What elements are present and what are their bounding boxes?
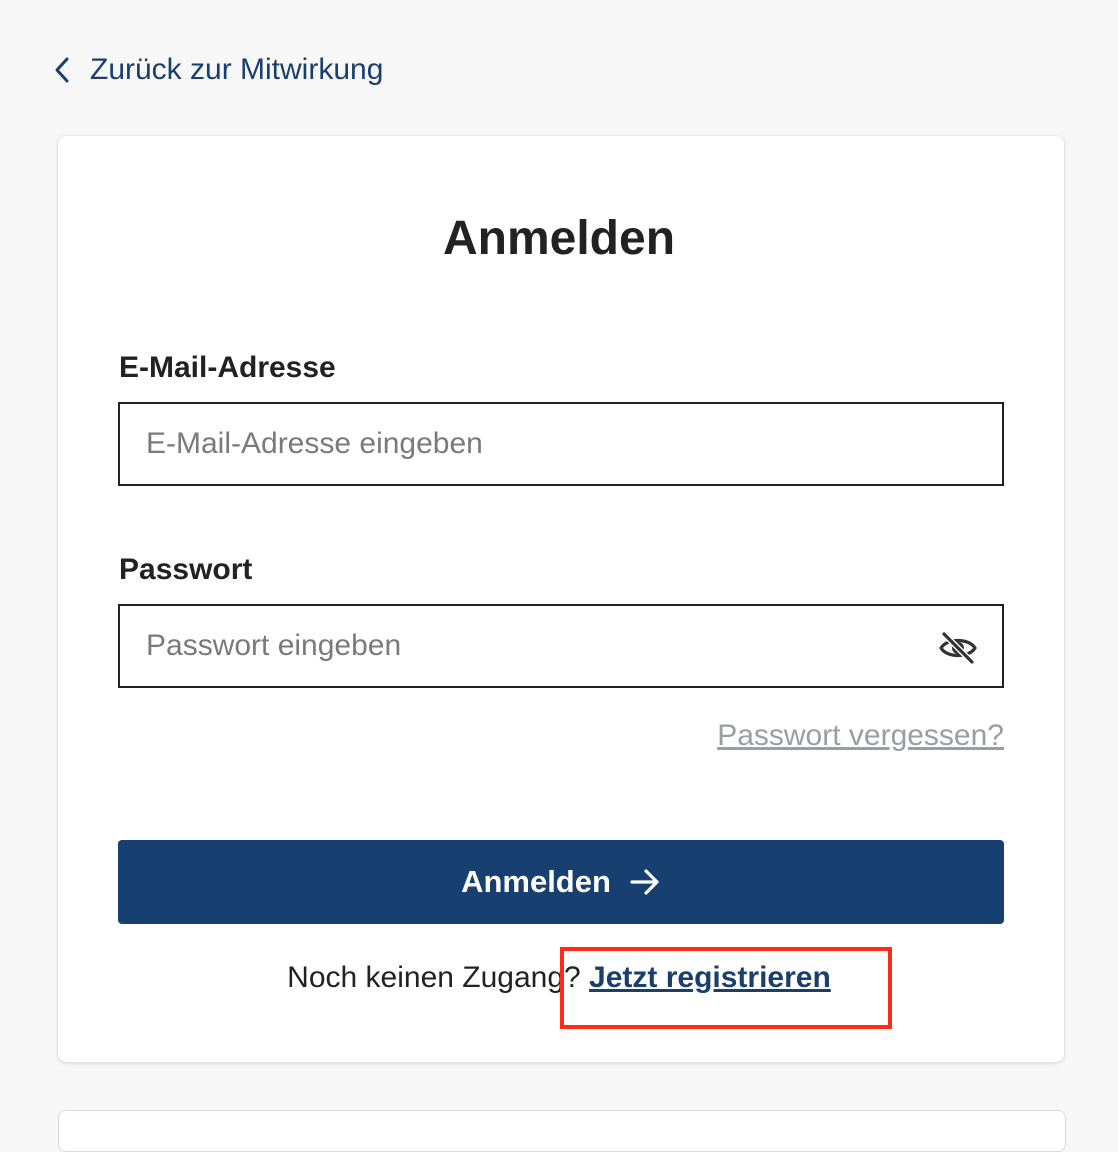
back-to-participation-link[interactable]: Zurück zur Mitwirkung [54, 50, 383, 90]
page-title: Anmelden [442, 212, 676, 265]
arrow-right-icon [629, 866, 661, 898]
eye-slash-icon[interactable] [938, 630, 978, 666]
next-card [58, 1110, 1066, 1152]
email-label: E-Mail-Adresse [119, 351, 336, 384]
register-row: Noch keinen Zugang? Jetzt registrieren [0, 958, 1118, 998]
password-input[interactable] [120, 606, 1002, 686]
register-link[interactable]: Jetzt registrieren [589, 961, 831, 994]
password-field-box [118, 604, 1004, 688]
password-label: Passwort [119, 553, 253, 586]
back-link-label: Zurück zur Mitwirkung [90, 53, 384, 86]
email-field-box [118, 402, 1004, 486]
forgot-password-link[interactable]: Passwort vergessen? [717, 716, 1004, 756]
chevron-left-icon [54, 55, 72, 85]
email-input[interactable] [120, 404, 1002, 484]
login-button-label: Anmelden [461, 864, 611, 899]
login-button[interactable]: Anmelden [118, 840, 1004, 924]
register-prompt: Noch keinen Zugang? [287, 961, 590, 994]
